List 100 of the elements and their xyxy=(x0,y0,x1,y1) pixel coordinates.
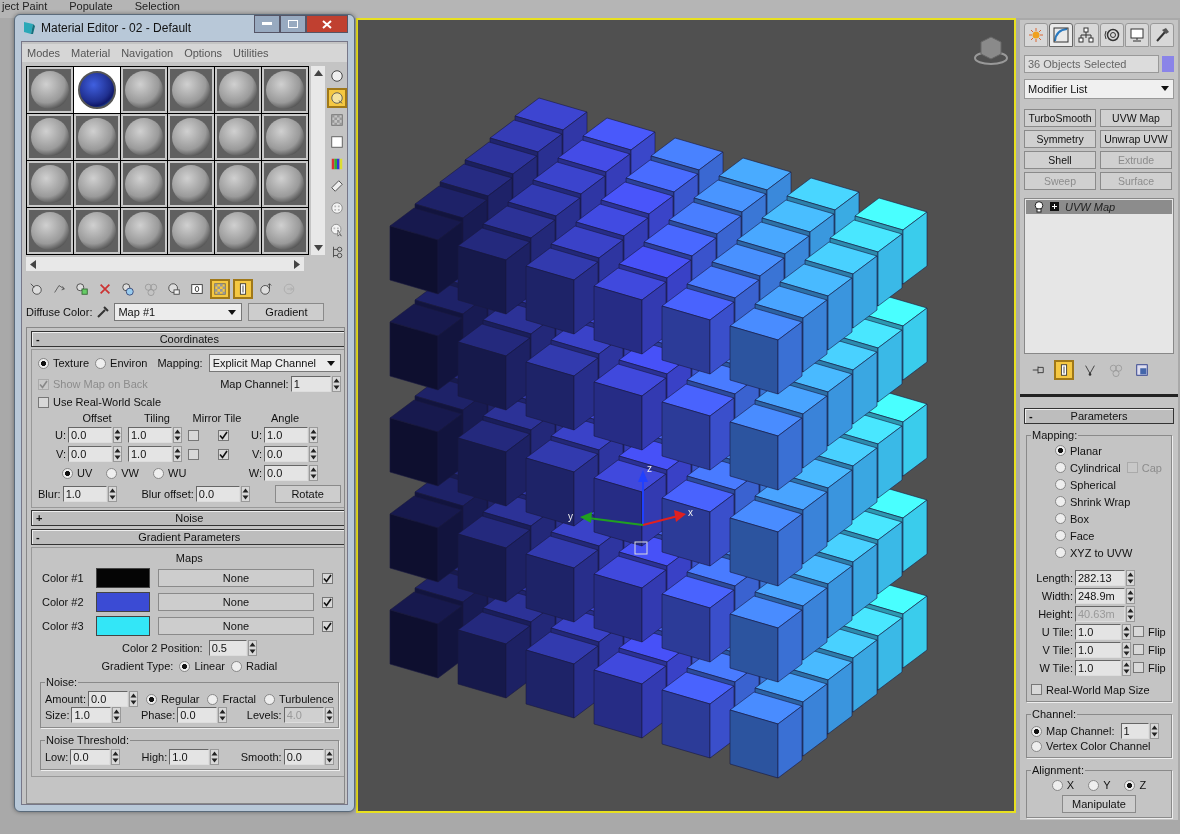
curve-tab[interactable] xyxy=(1049,22,1074,47)
scroll-down-icon[interactable] xyxy=(313,245,323,251)
color-swatch[interactable] xyxy=(96,592,150,612)
spinner-arrows-icon[interactable] xyxy=(111,749,121,765)
checkbox[interactable] xyxy=(322,572,333,584)
map-name-dropdown[interactable]: Map #1 xyxy=(114,303,243,321)
minimize-button[interactable] xyxy=(254,15,280,33)
spinner-arrows-icon[interactable] xyxy=(173,446,182,462)
radio-button[interactable]: Linear xyxy=(179,660,225,672)
spinner-arrows-icon[interactable] xyxy=(128,691,138,707)
spinner-arrows-icon[interactable] xyxy=(113,446,122,462)
menu-item[interactable]: Modes xyxy=(27,47,61,59)
number-field[interactable]: 0.0 xyxy=(264,465,308,481)
menu-item[interactable]: ject Paint xyxy=(2,0,48,13)
menu-item[interactable]: Navigation xyxy=(121,47,174,59)
number-field[interactable]: 0.0 xyxy=(68,446,112,462)
radio-button[interactable]: UV xyxy=(62,467,93,479)
radio-button[interactable]: Spherical xyxy=(1055,478,1116,491)
radio-button[interactable]: Turbulence xyxy=(264,693,334,705)
monitor-tab[interactable] xyxy=(1124,22,1149,47)
modifier-button[interactable]: UVW Map xyxy=(1100,108,1172,127)
map-button[interactable]: None xyxy=(158,593,314,611)
mapping-dropdown[interactable]: Explicit Map Channel xyxy=(208,354,341,372)
bulb-icon[interactable] xyxy=(1034,200,1044,213)
radio-button[interactable]: Regular xyxy=(145,693,200,705)
number-field[interactable]: 0.0 xyxy=(283,749,324,765)
spinner-arrows-icon[interactable] xyxy=(309,446,318,462)
expand-icon[interactable] xyxy=(1050,202,1059,211)
number-field[interactable]: 0.0 xyxy=(70,749,111,765)
scrollbar[interactable] xyxy=(311,66,325,255)
spinner-arrows-icon[interactable] xyxy=(112,707,122,723)
number-field[interactable]: 1.0 xyxy=(128,427,172,443)
scrollbar[interactable] xyxy=(26,257,304,271)
eyedropper-icon[interactable] xyxy=(96,305,111,319)
pipe-button[interactable] xyxy=(1054,359,1074,380)
rollout-header[interactable]: - Gradient Parameters xyxy=(31,529,344,545)
spinner-arrows-icon[interactable] xyxy=(210,749,220,765)
spinner-arrows-icon[interactable] xyxy=(1149,723,1159,739)
view-cube-icon[interactable] xyxy=(974,36,1008,65)
rollout-header[interactable]: + Noise xyxy=(31,510,344,526)
pipe-button[interactable] xyxy=(233,279,253,299)
checkbox[interactable]: Use Real-World Scale xyxy=(38,396,161,408)
close-button[interactable] xyxy=(306,15,348,33)
checkbox[interactable]: Flip xyxy=(1133,643,1166,656)
number-field[interactable]: 248.9m xyxy=(1075,587,1125,604)
maximize-button[interactable] xyxy=(280,15,306,33)
number-field[interactable]: 0.5 xyxy=(208,640,247,656)
color-swatch[interactable] xyxy=(96,568,150,588)
spinner-arrows-icon[interactable] xyxy=(107,486,117,502)
scroll-right-icon[interactable] xyxy=(294,259,300,269)
radio-button[interactable]: Fractal xyxy=(207,693,257,705)
object-color-swatch[interactable] xyxy=(1162,55,1174,72)
checker-button[interactable] xyxy=(210,279,230,299)
spinner-arrows-icon[interactable] xyxy=(309,465,318,481)
spinner-arrows-icon[interactable] xyxy=(331,376,341,392)
rollout-header[interactable]: - Coordinates xyxy=(31,331,344,347)
spinner-arrows-icon[interactable] xyxy=(324,749,334,765)
viewport[interactable]: z y x xyxy=(356,17,1016,813)
radio-button[interactable]: Face xyxy=(1055,529,1095,542)
number-field[interactable]: 1.0 xyxy=(62,486,107,502)
number-field[interactable]: 0.0 xyxy=(195,486,240,502)
hammer-tab[interactable] xyxy=(1149,22,1175,47)
spinner-arrows-icon[interactable] xyxy=(247,640,257,656)
spinner-arrows-icon[interactable] xyxy=(1126,587,1135,604)
hierarchy-tab[interactable] xyxy=(1074,22,1099,47)
rollout-header[interactable]: - Parameters xyxy=(1024,407,1174,424)
number-field[interactable]: 1.0 xyxy=(1075,641,1121,658)
checkbox[interactable]: Flip xyxy=(1133,661,1166,674)
checkbox[interactable]: Real-World Map Size xyxy=(1031,683,1150,696)
number-field[interactable]: 1.0 xyxy=(264,427,308,443)
spinner-arrows-icon[interactable] xyxy=(173,427,182,443)
map-button[interactable]: None xyxy=(158,617,314,635)
sphere-light-button[interactable] xyxy=(327,88,347,108)
radio-button[interactable]: Texture xyxy=(38,357,90,369)
modifier-list-dropdown[interactable]: Modifier List xyxy=(1024,78,1174,99)
menu-item[interactable]: Material xyxy=(71,47,111,59)
checkbox[interactable] xyxy=(322,596,333,608)
spinner-arrows-icon[interactable] xyxy=(113,427,122,443)
scroll-left-icon[interactable] xyxy=(30,259,36,269)
radio-button[interactable]: Map Channel: xyxy=(1031,725,1115,737)
spinner-arrows-icon[interactable] xyxy=(1122,641,1131,658)
modifier-button[interactable]: TurboSmooth xyxy=(1024,108,1096,127)
scroll-up-icon[interactable] xyxy=(313,70,323,76)
checkbox[interactable]: Flip xyxy=(1133,625,1166,638)
radio-button[interactable]: XYZ to UVW xyxy=(1055,546,1133,559)
number-field[interactable]: 1 xyxy=(1120,723,1149,739)
spinner-arrows-icon[interactable] xyxy=(240,486,250,502)
spinner-arrows-icon[interactable] xyxy=(1122,659,1131,676)
number-field[interactable]: 1.0 xyxy=(128,446,172,462)
radio-button[interactable]: Radial xyxy=(231,660,278,672)
menu-item[interactable]: Options xyxy=(184,47,223,59)
radio-button[interactable]: Environ xyxy=(95,357,148,369)
number-field[interactable]: 1.0 xyxy=(1075,659,1121,676)
map-button[interactable]: None xyxy=(158,569,314,587)
checkbox[interactable] xyxy=(322,620,333,632)
number-field[interactable]: 1.0 xyxy=(71,707,112,723)
spinner-arrows-icon[interactable] xyxy=(1126,569,1135,586)
radio-button[interactable]: Box xyxy=(1055,512,1089,525)
manipulate-button[interactable]: Manipulate xyxy=(1062,795,1136,813)
radio-button[interactable]: WU xyxy=(153,467,187,479)
